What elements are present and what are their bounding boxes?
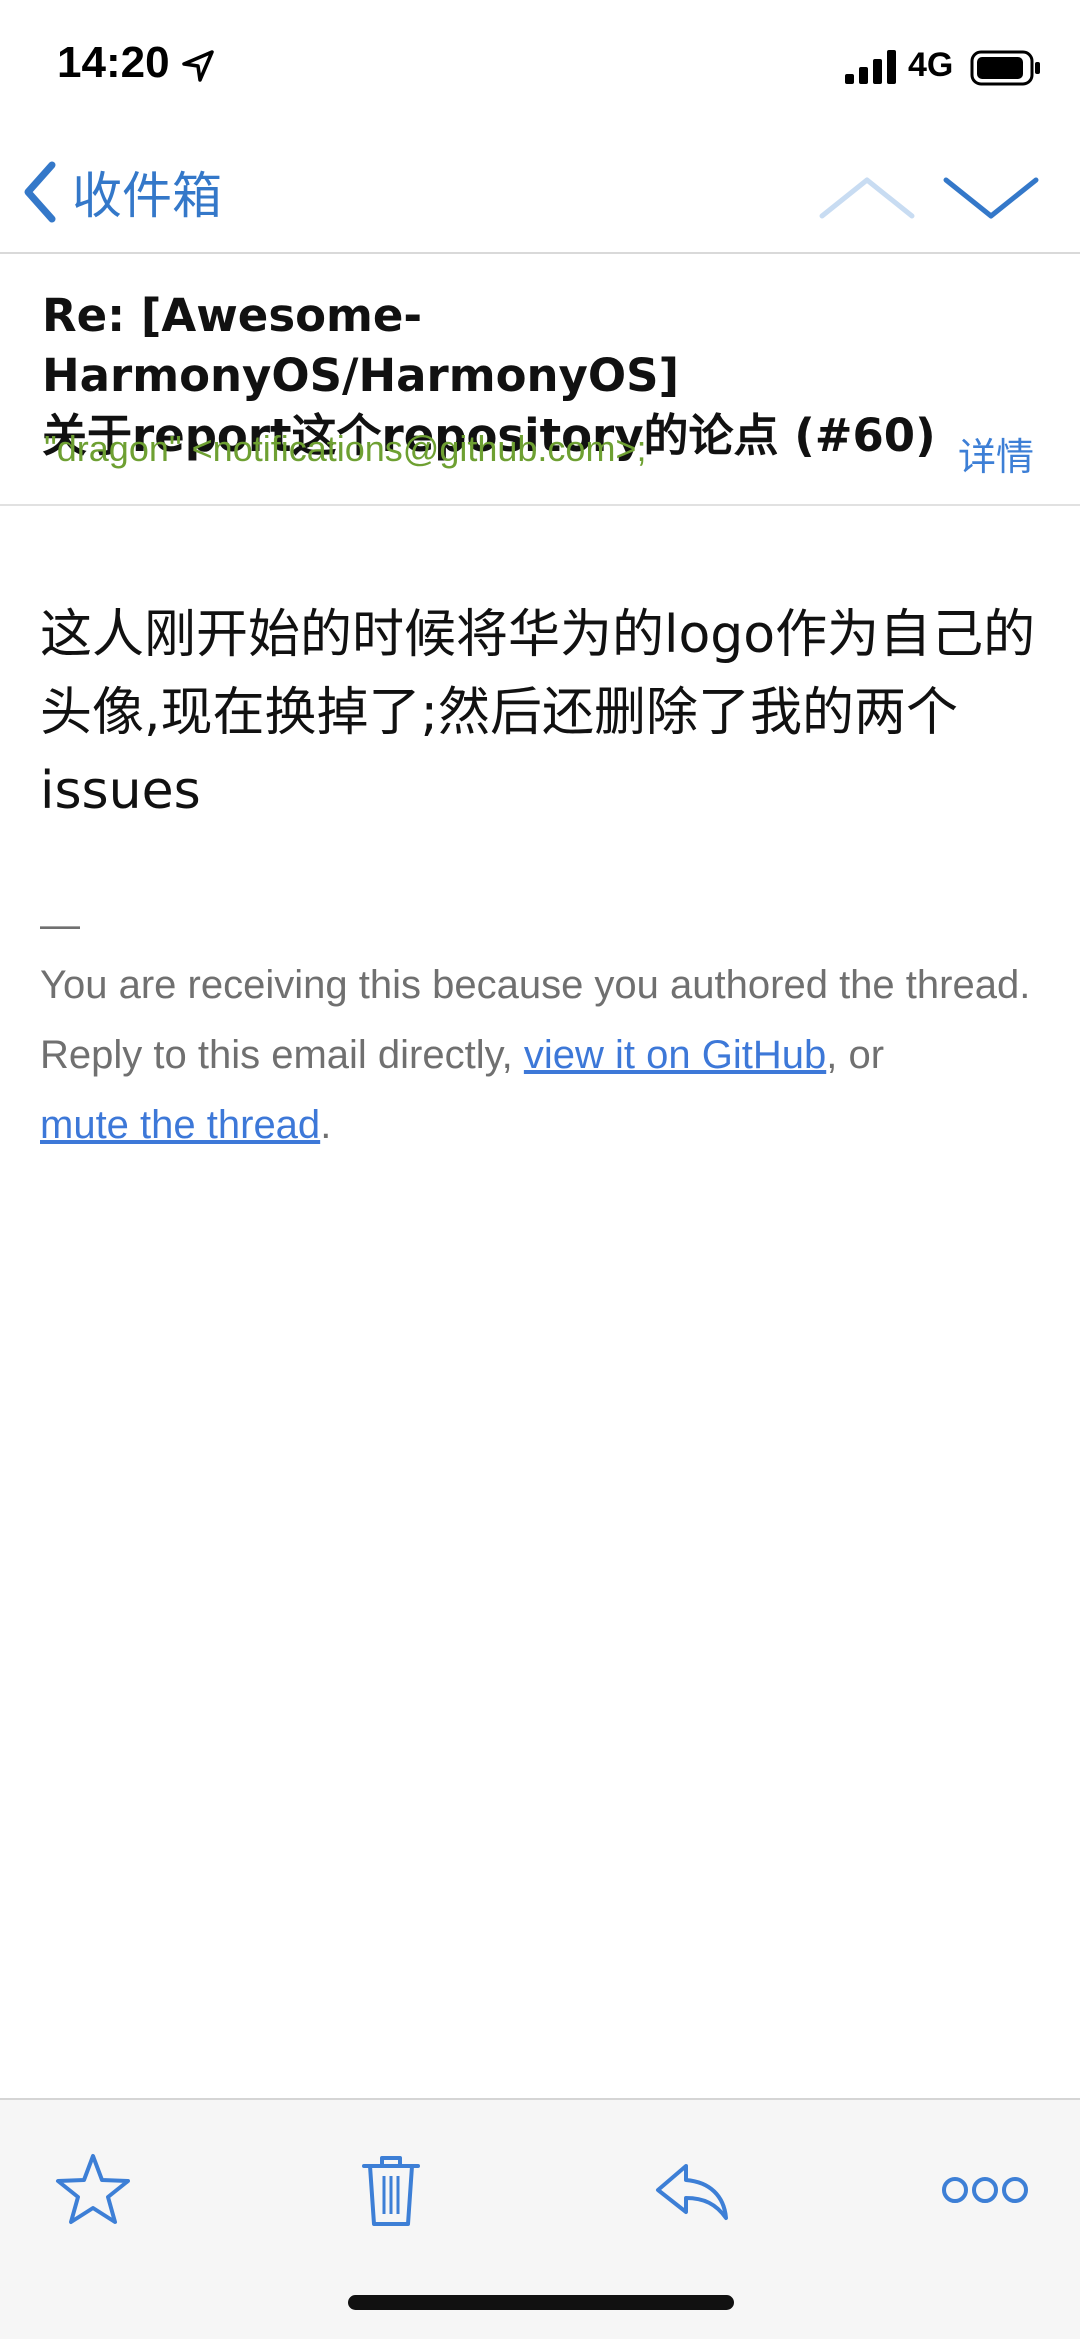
sender-address[interactable]: "dragon" <notifications@github.com>; — [44, 428, 646, 470]
message-body: 这人刚开始的时候将华为的logo作为自己的头像,现在换掉了;然后还删除了我的两个… — [40, 605, 1036, 821]
back-to-inbox-button[interactable]: 收件箱 — [20, 154, 222, 230]
footer-notice: You are receiving this because you autho… — [40, 963, 1031, 1007]
battery-icon — [970, 50, 1040, 86]
more-button[interactable] — [940, 2144, 1030, 2234]
network-label: 4G — [908, 46, 954, 84]
footer-reply-prefix: Reply to this email directly, — [40, 1033, 524, 1077]
status-bar: 14:20 4G — [0, 0, 1080, 130]
mute-thread-link[interactable]: mute the thread — [40, 1103, 320, 1147]
email-footer: — You are receiving this because you aut… — [40, 890, 1050, 1160]
chevron-down-icon[interactable] — [936, 168, 1046, 228]
footer-dash: — — [40, 903, 80, 947]
status-time: 14:20 — [57, 38, 170, 87]
footer-reply-line: Reply to this email directly, view it on… — [40, 1020, 1050, 1160]
location-arrow-icon — [182, 50, 214, 82]
message-header: Re: [Awesome-HarmonyOS/HarmonyOS] 关于repo… — [0, 256, 1080, 506]
reply-icon — [656, 2164, 728, 2220]
reply-button[interactable] — [646, 2144, 736, 2234]
flag-button[interactable] — [48, 2144, 138, 2234]
chevron-up-icon[interactable] — [812, 168, 922, 228]
details-button[interactable]: 详情 — [958, 426, 1034, 481]
subject-line-1: Re: [Awesome-HarmonyOS/HarmonyOS] — [42, 289, 680, 402]
view-on-github-link[interactable]: view it on GitHub — [524, 1033, 826, 1077]
delete-button[interactable] — [346, 2144, 436, 2234]
signal-icon — [845, 50, 896, 84]
chevron-left-icon — [24, 161, 56, 223]
navigation-bar: 收件箱 — [0, 130, 1080, 254]
more-icon — [942, 2177, 1028, 2203]
footer-reply-mid: , or — [826, 1033, 885, 1077]
back-label: 收件箱 — [72, 167, 222, 225]
star-icon — [56, 2154, 130, 2224]
mail-screen: 14:20 4G 收件箱 Re: [Awesome-HarmonyOS/Harm… — [0, 0, 1080, 2339]
trash-icon — [362, 2156, 420, 2226]
home-indicator[interactable] — [348, 2295, 734, 2310]
footer-reply-suffix: . — [320, 1103, 332, 1147]
